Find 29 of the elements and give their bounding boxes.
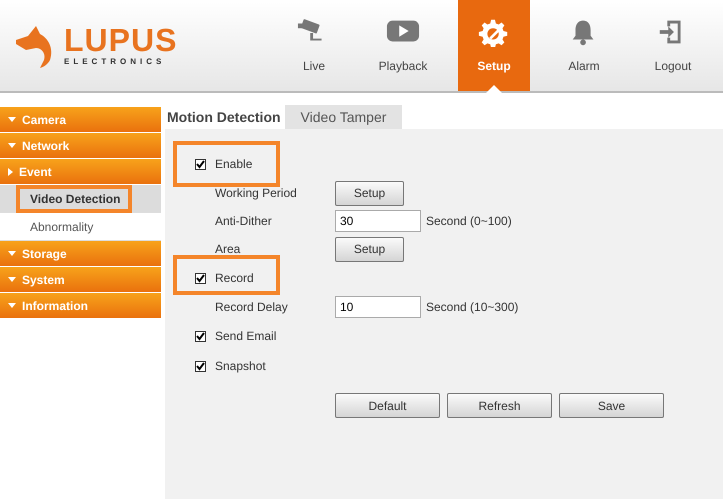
selection-notch	[486, 85, 502, 93]
nav-tab[interactable]: Playback	[359, 0, 447, 91]
action-button[interactable]: Refresh	[447, 393, 552, 418]
action-button[interactable]: Default	[335, 393, 440, 418]
action-button[interactable]: Save	[559, 393, 664, 418]
tab[interactable]: Video Tamper	[284, 105, 402, 129]
setup-button[interactable]: Setup	[335, 180, 404, 206]
logo-tagline: ELECTRONICS	[64, 56, 166, 68]
field-label: Area	[215, 241, 242, 258]
checkbox[interactable]	[195, 158, 206, 170]
field-label: Working Period	[215, 185, 298, 202]
checkbox[interactable]	[195, 330, 206, 342]
input-field[interactable]: 10	[335, 296, 421, 318]
input-field[interactable]: 30	[335, 210, 421, 232]
checkbox[interactable]	[195, 272, 206, 284]
range-hint: Second (0~100)	[426, 213, 513, 230]
setup-button[interactable]: Setup	[335, 236, 404, 262]
nav-tab[interactable]: Live	[270, 0, 358, 91]
checkbox-label: Enable	[215, 156, 254, 173]
nav-tab[interactable]: Alarm	[540, 0, 628, 91]
range-hint: Second (10~300)	[426, 299, 520, 316]
field-label: Anti-Dither	[215, 213, 273, 230]
checkbox-label: Record	[215, 270, 255, 287]
checkbox-label: Send Email	[215, 328, 278, 345]
field-label: Record Delay	[215, 299, 289, 316]
checkbox[interactable]	[195, 360, 206, 372]
checkbox-label: Snapshot	[215, 358, 267, 375]
logo-text: LUPUS	[64, 24, 178, 56]
nav-tab[interactable]: Logout	[629, 0, 717, 91]
